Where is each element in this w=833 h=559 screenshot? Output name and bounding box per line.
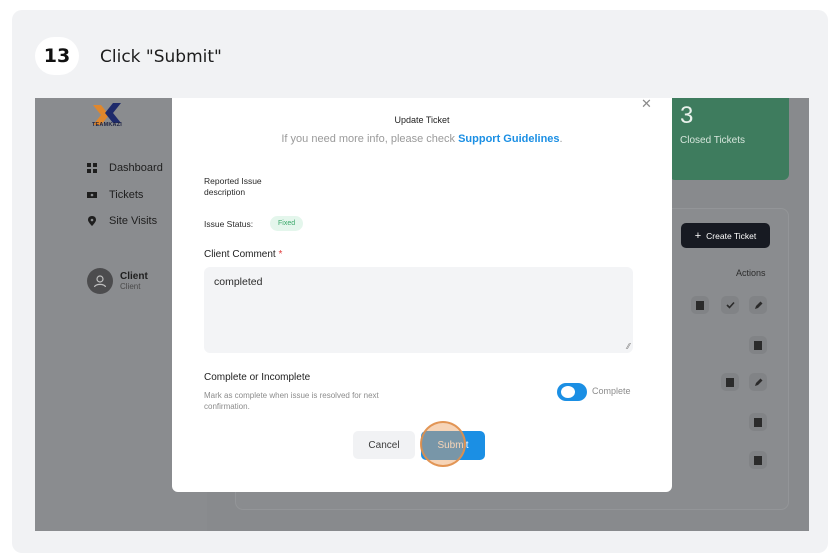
closed-tickets-count: 3 — [680, 102, 694, 129]
client-comment-label-text: Client Comment — [204, 249, 276, 260]
edit-action-button[interactable] — [749, 296, 767, 314]
plus-icon: + — [694, 229, 702, 242]
user-role: Client — [120, 282, 141, 291]
reported-issue-value: description — [204, 187, 246, 197]
sidebar-item-dashboard[interactable]: Dashboard — [87, 162, 163, 174]
user-profile[interactable]: Client Client — [87, 268, 148, 294]
client-comment-field[interactable]: completed ⁄⁄ — [204, 267, 633, 353]
user-icon — [93, 275, 107, 288]
client-comment-value: completed — [214, 276, 263, 288]
required-marker: * — [278, 249, 283, 260]
app-screenshot: TEAMKAZI Dashboard Tickets Site Visits C… — [35, 98, 809, 531]
modal-subtitle: If you need more info, please check Supp… — [172, 133, 672, 145]
actions-column-header: Actions — [736, 268, 766, 278]
cancel-button[interactable]: Cancel — [353, 431, 415, 459]
sidebar-item-label: Site Visits — [109, 215, 158, 227]
ticket-icon — [87, 192, 97, 198]
status-badge: Fixed — [270, 216, 304, 231]
avatar — [87, 268, 113, 294]
location-pin-icon — [88, 216, 96, 226]
closed-tickets-label: Closed Tickets — [680, 135, 746, 146]
edit-action-button[interactable] — [749, 373, 767, 391]
click-target-indicator — [420, 421, 466, 467]
create-ticket-button[interactable]: + Create Ticket — [681, 223, 770, 248]
view-action-button[interactable] — [691, 296, 709, 314]
view-action-button[interactable] — [749, 451, 767, 469]
document-icon — [696, 300, 704, 310]
sidebar-item-label: Tickets — [109, 189, 144, 201]
document-icon — [754, 340, 762, 350]
complete-section-title: Complete or Incomplete — [204, 372, 311, 383]
logo-text: TEAMKAZI — [92, 122, 123, 128]
complete-toggle[interactable] — [557, 383, 587, 401]
check-icon — [725, 301, 735, 309]
teamkazi-logo — [93, 103, 121, 125]
modal-title: Update Ticket — [394, 115, 450, 125]
dashboard-icon — [87, 163, 97, 173]
user-name: Client — [120, 271, 148, 282]
approve-action-button[interactable] — [721, 296, 739, 314]
sidebar-item-site-visits[interactable]: Site Visits — [87, 215, 157, 227]
step-number-badge: 13 — [35, 37, 79, 75]
pencil-icon — [754, 378, 762, 386]
step-instruction: Click "Submit" — [100, 47, 222, 67]
reported-issue-label: Reported Issue — [204, 176, 262, 186]
view-action-button[interactable] — [721, 373, 739, 391]
client-comment-label: Client Comment * — [204, 249, 282, 260]
view-action-button[interactable] — [749, 413, 767, 431]
create-ticket-label: Create Ticket — [706, 230, 757, 241]
sidebar-item-tickets[interactable]: Tickets — [87, 189, 143, 201]
document-icon — [754, 417, 762, 427]
complete-section-description: Mark as complete when issue is resolved … — [204, 391, 379, 411]
resize-handle-icon[interactable]: ⁄⁄ — [627, 342, 630, 351]
pencil-icon — [754, 301, 762, 309]
document-icon — [754, 455, 762, 465]
subtitle-text: If you need more info, please check — [281, 133, 459, 145]
document-icon — [726, 377, 734, 387]
sidebar-item-label: Dashboard — [109, 162, 163, 174]
issue-status-label: Issue Status: — [204, 219, 254, 229]
support-guidelines-link[interactable]: Support Guidelines — [458, 133, 559, 145]
view-action-button[interactable] — [749, 336, 767, 354]
toggle-label: Complete — [592, 386, 631, 396]
subtitle-period: . — [559, 133, 563, 145]
close-icon[interactable]: ✕ — [641, 98, 652, 112]
